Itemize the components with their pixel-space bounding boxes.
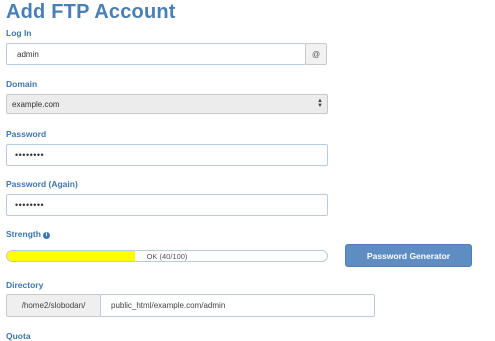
strength-meter-text: OK (40/100) (146, 251, 188, 261)
directory-input[interactable]: public_html/example.com/admin (100, 294, 375, 317)
at-sign-addon: @ (305, 43, 327, 65)
strength-label-text: Strength (6, 229, 41, 239)
quota-label: Quota (6, 331, 31, 341)
password-generator-button[interactable]: Password Generator (345, 244, 472, 267)
domain-selected-value: example.com (12, 99, 60, 109)
password-input[interactable]: •••••••• (6, 144, 328, 166)
select-arrows-icon: ▲ ▼ (317, 98, 323, 109)
password-again-label: Password (Again) (6, 179, 78, 189)
domain-label: Domain (6, 79, 38, 89)
domain-select[interactable]: example.com ▲ ▼ (6, 94, 328, 114)
directory-prefix: /home2/slobodan/ (6, 294, 101, 317)
strength-meter: OK (40/100) (6, 250, 328, 262)
login-input[interactable]: admin (6, 43, 306, 65)
password-label: Password (6, 129, 47, 139)
login-label: Log In (6, 28, 32, 38)
info-icon[interactable]: i (42, 231, 50, 239)
directory-label: Directory (6, 280, 44, 290)
strength-label: Strength i (6, 229, 50, 239)
page-title: Add FTP Account (6, 1, 176, 23)
password-again-input[interactable]: •••••••• (6, 194, 328, 216)
